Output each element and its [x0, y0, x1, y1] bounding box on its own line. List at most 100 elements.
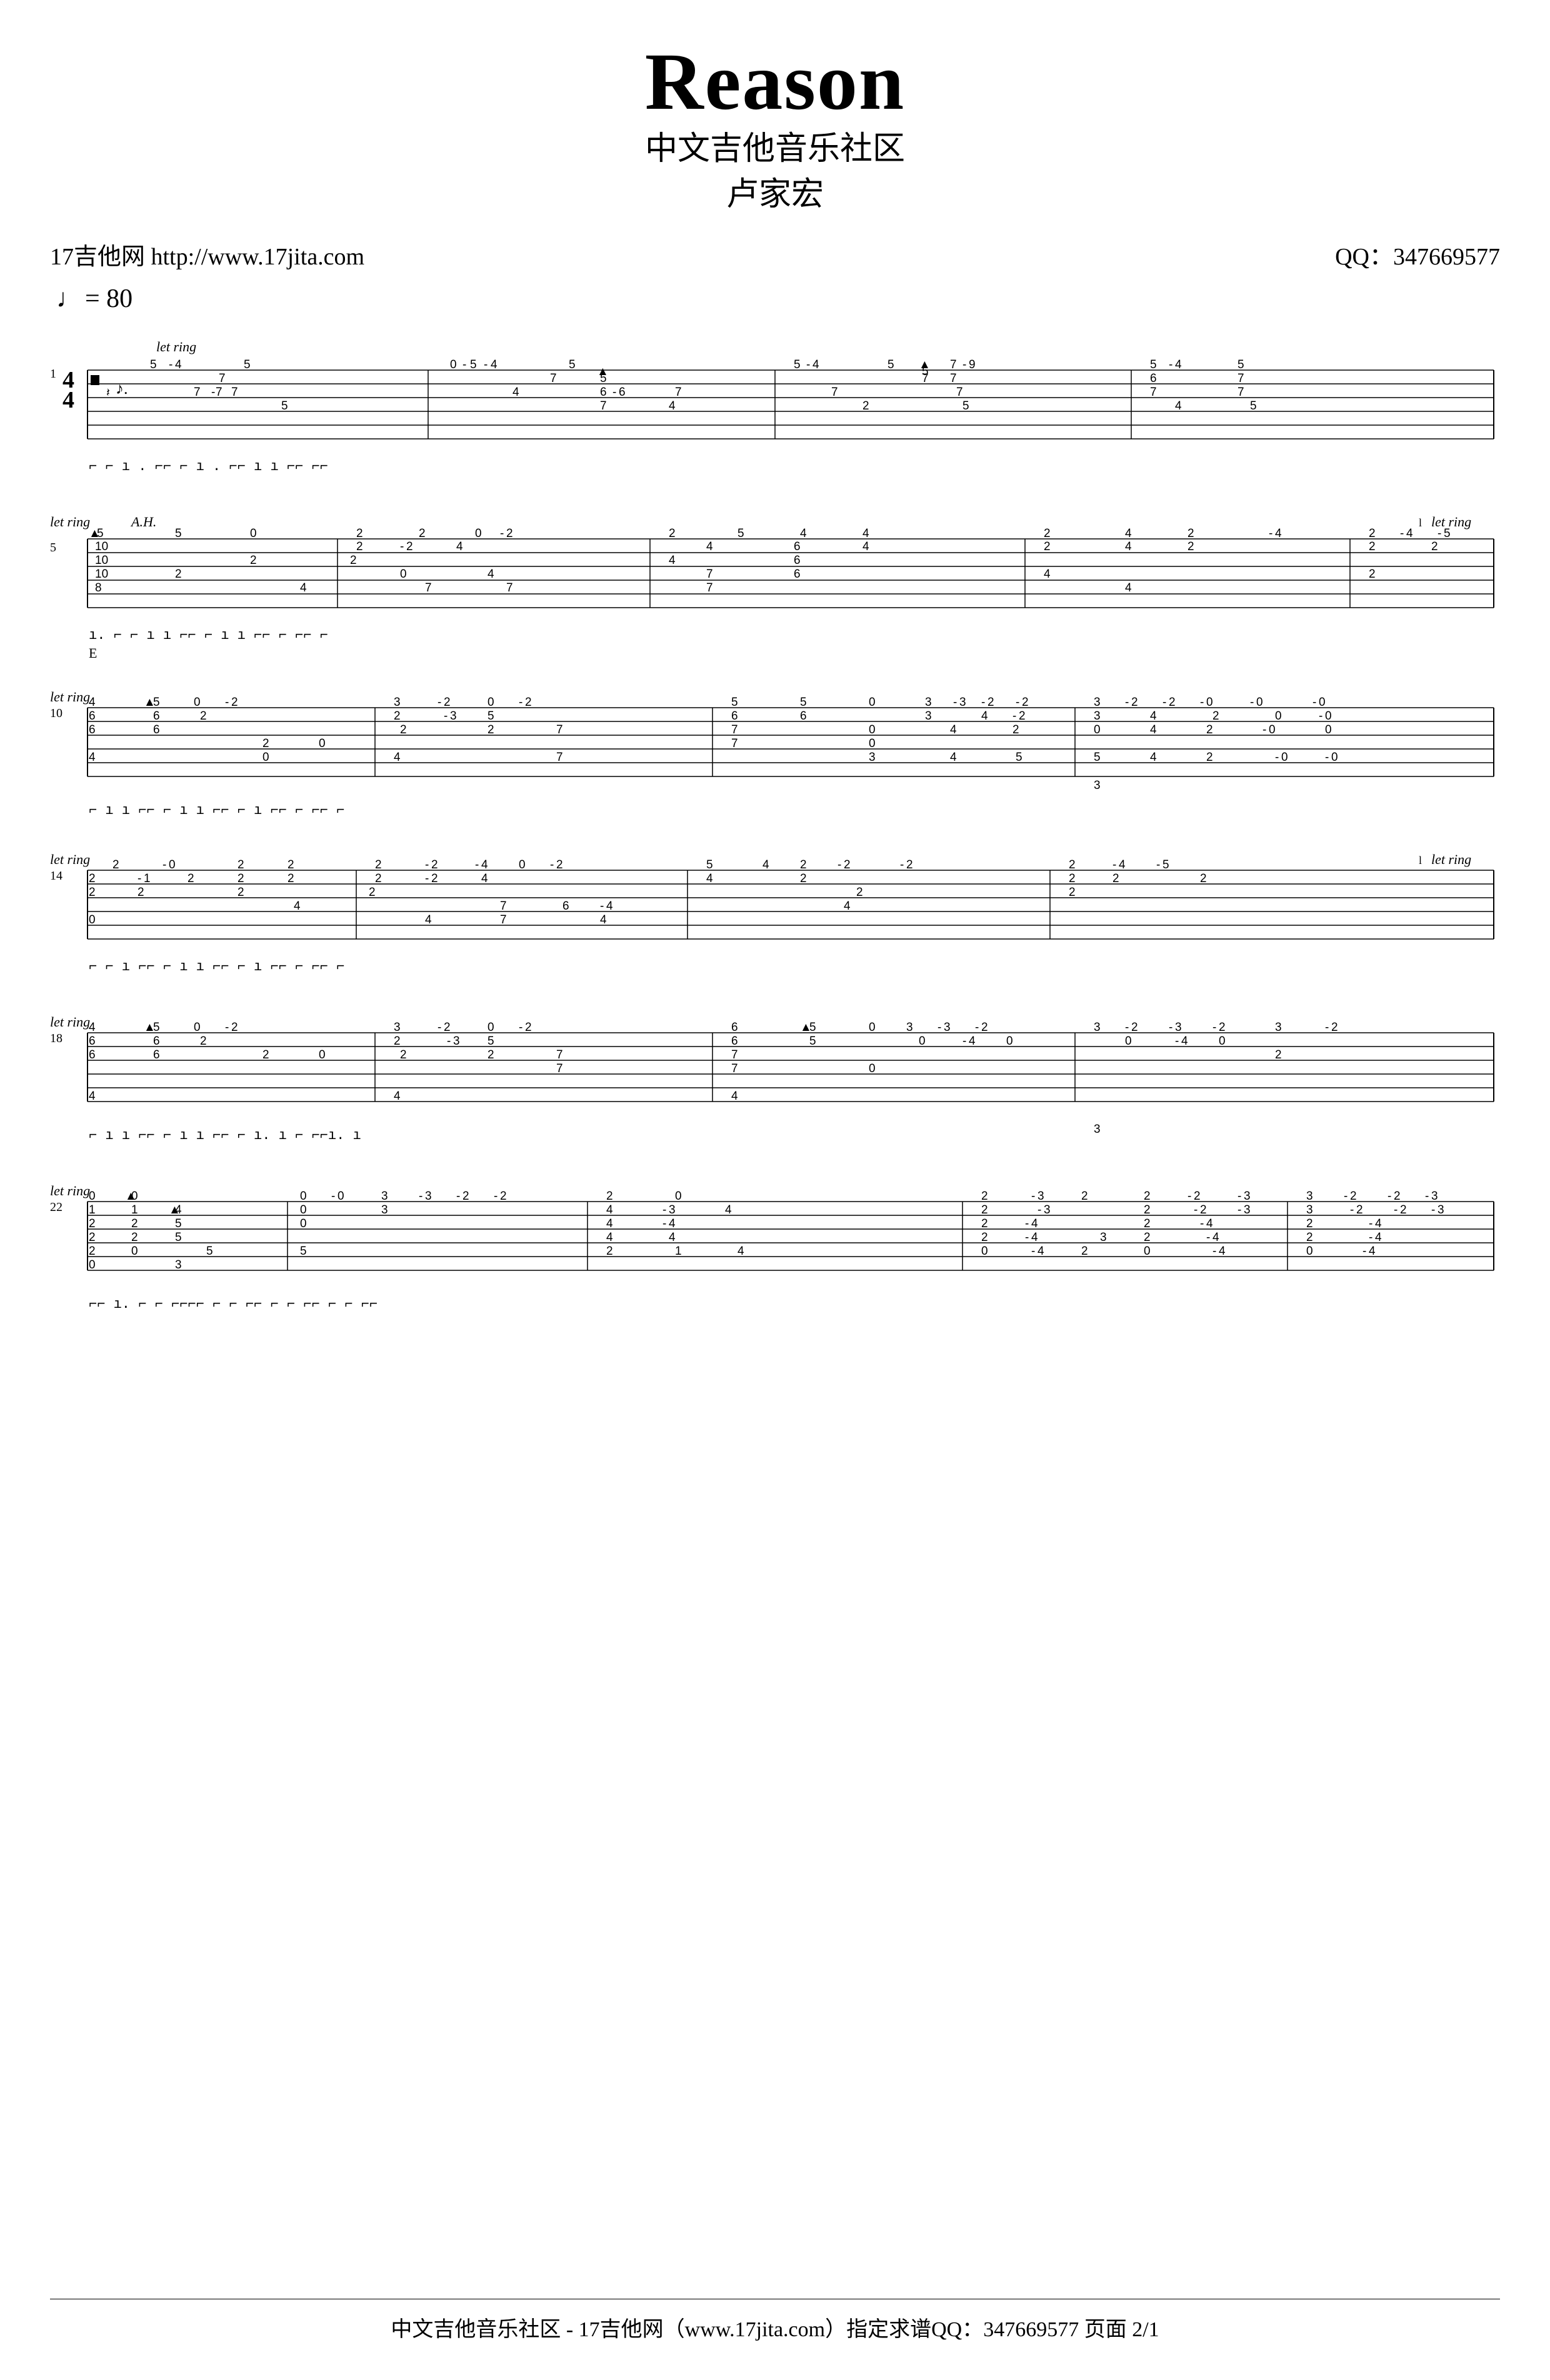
svg-text:7: 7: [731, 737, 738, 750]
svg-text:4: 4: [89, 751, 96, 764]
svg-text:2: 2: [1431, 540, 1438, 553]
svg-text:2: 2: [250, 554, 257, 567]
qq-number: QQ：347669577: [1335, 237, 1500, 271]
svg-text:-: -: [1388, 1190, 1391, 1203]
svg-text:6: 6: [1150, 372, 1157, 385]
svg-text:9: 9: [969, 358, 976, 371]
svg-text:2: 2: [1144, 1217, 1151, 1230]
svg-text:-: -: [1369, 1217, 1372, 1230]
svg-text:3: 3: [1094, 779, 1101, 792]
svg-text:2: 2: [138, 886, 144, 899]
svg-text:-: -: [838, 858, 841, 871]
svg-text:-: -: [494, 1190, 498, 1203]
svg-text:2: 2: [1144, 1190, 1151, 1203]
svg-text:let ring: let ring: [1431, 851, 1471, 867]
svg-text:-: -: [1350, 1203, 1354, 1217]
svg-text:5: 5: [488, 710, 494, 723]
svg-text:5: 5: [1162, 858, 1169, 871]
svg-text:-: -: [1031, 1190, 1035, 1203]
svg-text:7: 7: [231, 386, 238, 399]
svg-text:0: 0: [1281, 751, 1288, 764]
svg-text:2: 2: [1019, 710, 1026, 723]
svg-text:-: -: [438, 696, 441, 709]
svg-text:4: 4: [1038, 1245, 1044, 1258]
svg-text:2: 2: [1069, 872, 1076, 885]
svg-text:4: 4: [1125, 527, 1132, 540]
svg-text:-: -: [1125, 696, 1129, 709]
svg-text:3: 3: [394, 1021, 401, 1034]
svg-text:4: 4: [725, 1203, 732, 1217]
svg-text:5: 5: [738, 527, 744, 540]
svg-text:-: -: [981, 696, 985, 709]
svg-text:0: 0: [1325, 723, 1332, 736]
svg-text:3: 3: [1175, 1021, 1182, 1034]
svg-text:7: 7: [831, 386, 838, 399]
svg-text:2: 2: [1400, 1203, 1407, 1217]
svg-text:4: 4: [1044, 568, 1051, 581]
svg-text:-: -: [1250, 696, 1254, 709]
svg-text:2: 2: [288, 858, 294, 871]
svg-text:3: 3: [1306, 1203, 1313, 1217]
svg-text:2: 2: [1356, 1203, 1363, 1217]
svg-text:-: -: [1194, 1203, 1198, 1217]
svg-text:0: 0: [89, 913, 96, 926]
svg-text:E: E: [89, 645, 97, 661]
svg-text:7: 7: [675, 386, 682, 399]
svg-text:2: 2: [606, 1190, 613, 1203]
svg-text:6: 6: [794, 540, 801, 553]
svg-text:7: 7: [731, 1062, 738, 1075]
svg-text:-: -: [1188, 1190, 1191, 1203]
svg-text:2: 2: [981, 1231, 988, 1244]
svg-text:0: 0: [194, 1021, 201, 1034]
svg-text:2: 2: [862, 399, 869, 413]
svg-text:4: 4: [1275, 527, 1282, 540]
svg-text:2: 2: [1306, 1217, 1313, 1230]
svg-text:-: -: [938, 1021, 941, 1034]
svg-text:-: -: [1200, 1217, 1204, 1230]
svg-text:7: 7: [731, 723, 738, 736]
svg-text:0: 0: [1144, 1245, 1151, 1258]
svg-text:0: 0: [169, 858, 176, 871]
svg-text:2: 2: [1206, 751, 1213, 764]
svg-text:-: -: [484, 358, 488, 371]
svg-text:2: 2: [1069, 886, 1076, 899]
svg-text:2: 2: [262, 737, 269, 750]
svg-text:2: 2: [1200, 872, 1207, 885]
svg-text:2: 2: [488, 723, 494, 736]
svg-text:0: 0: [131, 1245, 138, 1258]
svg-text:3: 3: [1044, 1203, 1051, 1217]
svg-text:4: 4: [456, 540, 463, 553]
svg-text:3: 3: [381, 1190, 388, 1203]
svg-text:2: 2: [1144, 1231, 1151, 1244]
svg-text:-: -: [1125, 1021, 1129, 1034]
svg-text:2: 2: [1369, 527, 1376, 540]
svg-text:5: 5: [206, 1245, 213, 1258]
svg-text:0: 0: [475, 527, 482, 540]
svg-text:4: 4: [1375, 1217, 1382, 1230]
svg-text:0: 0: [1275, 710, 1282, 723]
svg-text:4: 4: [1031, 1231, 1038, 1244]
site-name: 中文吉他音乐社区: [50, 127, 1500, 173]
svg-text:5: 5: [153, 696, 160, 709]
svg-text:4: 4: [89, 1021, 96, 1034]
svg-text:3: 3: [381, 1203, 388, 1217]
svg-text:2: 2: [1194, 1190, 1201, 1203]
svg-text:4: 4: [394, 1090, 401, 1103]
svg-text:-: -: [500, 527, 504, 540]
svg-text:3: 3: [1244, 1190, 1251, 1203]
svg-text:4: 4: [1119, 858, 1126, 871]
svg-text:4: 4: [1150, 723, 1157, 736]
svg-text:-: -: [438, 1021, 441, 1034]
svg-text:5: 5: [731, 696, 738, 709]
svg-text:4: 4: [844, 900, 851, 913]
svg-text:6: 6: [89, 1035, 96, 1048]
svg-text:5: 5: [470, 358, 477, 371]
artist-name: 卢家宏: [50, 173, 1500, 218]
svg-text:-: -: [550, 858, 554, 871]
svg-text:-: -: [1238, 1190, 1241, 1203]
svg-text:2: 2: [238, 872, 244, 885]
svg-text:𝄽: 𝄽: [106, 386, 110, 399]
svg-text:7: 7: [550, 372, 557, 385]
svg-text:2: 2: [1306, 1231, 1313, 1244]
svg-text:0: 0: [400, 568, 407, 581]
